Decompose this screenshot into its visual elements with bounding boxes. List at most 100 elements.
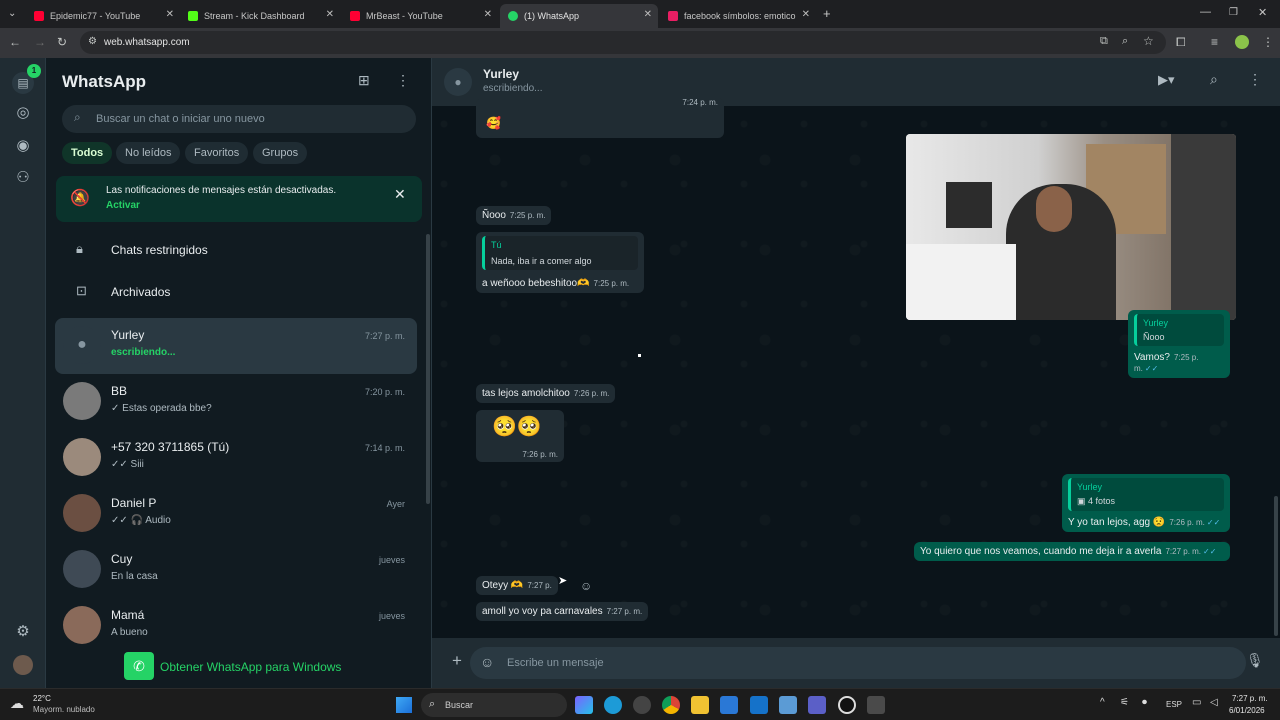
scrollbar[interactable] [426, 234, 430, 504]
clock-date[interactable]: 6/01/2026 [1229, 706, 1265, 715]
close-window-icon[interactable]: ✕ [1258, 6, 1267, 19]
search-box[interactable]: ⌕ Buscar un chat o iniciar uno nuevo [62, 105, 416, 133]
bell-off-icon: 🔕 [70, 190, 90, 207]
profile-photo[interactable] [13, 655, 33, 675]
chat-scrollbar[interactable] [1274, 496, 1278, 636]
reload-icon[interactable]: ↻ [57, 35, 67, 49]
tab-whatsapp[interactable]: (1) WhatsApp ✕ [500, 4, 658, 28]
quoted-photos[interactable]: Yurley ▣ 4 fotos [1068, 478, 1224, 511]
emoji-icon[interactable]: ☺ [480, 654, 494, 670]
chat-item-self[interactable]: +57 320 3711865 (Tú) 7:14 p. m. ✓✓ Siii [55, 430, 417, 486]
search-icon[interactable]: ⌕ [1210, 71, 1218, 88]
chat-item-bb[interactable]: BB 7:20 p. m. ✓ Estas operada bbe? [55, 374, 417, 430]
quoted-message[interactable]: Tú Nada, iba ir a comer algo [482, 236, 638, 270]
bookmark-star-icon[interactable]: ☆ [1143, 34, 1154, 48]
archive-icon: ⊡ [76, 283, 87, 298]
activate-link[interactable]: Activar [106, 200, 140, 211]
filter-all[interactable]: Todos [62, 142, 113, 164]
tab-kick[interactable]: Stream - Kick Dashboard ✕ [180, 4, 340, 28]
new-tab-icon[interactable]: + [823, 6, 831, 21]
chat-item-cuy[interactable]: Cuy jueves En la casa [55, 542, 417, 598]
close-tab-icon[interactable]: ✕ [326, 9, 334, 20]
channels-icon[interactable]: ◉ [14, 137, 32, 155]
teams-icon[interactable] [808, 696, 826, 714]
start-icon[interactable] [396, 697, 412, 713]
calculator-icon[interactable] [867, 696, 885, 714]
microphone-icon[interactable]: ⏺ [1142, 697, 1147, 708]
contact-name: Yurley [483, 67, 520, 81]
file-explorer-icon[interactable] [691, 696, 709, 714]
composer: + ☺ Escribe un mensaje 🎙︎ [432, 638, 1280, 688]
status-icon[interactable]: ◎ [14, 104, 32, 122]
weather-icon[interactable]: ☁ [10, 695, 24, 712]
chat-item-daniel[interactable]: Daniel P Ayer ✓✓ 🎧 Audio [55, 486, 417, 542]
desk [906, 244, 1016, 320]
copilot-icon[interactable] [575, 696, 593, 714]
zoom-icon[interactable]: ⌕ [1122, 35, 1128, 48]
video-call-icon[interactable]: ▶︎▾ [1158, 72, 1175, 88]
tray-chevron-icon[interactable]: ^ [1100, 697, 1105, 708]
video-thumbnail[interactable] [906, 134, 1236, 320]
chat-menu-icon[interactable]: ⋮ [1248, 71, 1262, 88]
tab-list-icon[interactable]: ⌄ [8, 8, 16, 19]
app-icon[interactable] [633, 696, 651, 714]
filter-unread[interactable]: No leídos [116, 142, 181, 164]
chat-item-mama[interactable]: Mamá jueves A bueno [55, 598, 417, 654]
clock-time[interactable]: 7:27 p. m. [1232, 694, 1268, 703]
speaker-icon[interactable]: ◁ [1210, 697, 1218, 708]
close-tab-icon[interactable]: ✕ [166, 9, 174, 20]
attach-icon[interactable]: + [452, 651, 462, 671]
minimize-icon[interactable]: — [1200, 6, 1211, 18]
edge-icon[interactable] [604, 696, 622, 714]
display-icon[interactable]: ▭ [1192, 697, 1201, 708]
archived-chats[interactable]: ⊡ Archivados [56, 276, 422, 308]
language-label[interactable]: ESP [1166, 700, 1182, 709]
read-ticks-icon: ✓✓ [1206, 518, 1221, 527]
contact-avatar[interactable]: ● [444, 68, 472, 96]
new-chat-icon[interactable]: ⊞ [358, 72, 370, 89]
filter-groups[interactable]: Grupos [253, 142, 308, 164]
outlook-icon[interactable] [750, 696, 768, 714]
tab-mrbeast[interactable]: MrBeast - YouTube ✕ [342, 4, 498, 28]
store-icon[interactable] [720, 696, 738, 714]
forward-icon[interactable]: → [34, 35, 46, 49]
communities-icon[interactable]: ⚇ [14, 169, 32, 187]
close-notice-icon[interactable]: ✕ [394, 186, 406, 203]
chrome-icon[interactable] [662, 696, 680, 714]
media-icon[interactable]: ≡ [1211, 35, 1218, 49]
microphone-icon[interactable]: 🎙︎ [1246, 652, 1264, 669]
profile-avatar[interactable] [1235, 35, 1249, 49]
lock-icon: 🔒︎ [76, 241, 83, 256]
settings-icon[interactable]: ⚙ [14, 623, 32, 641]
site-info-icon[interactable]: ⚙ [88, 36, 97, 47]
close-tab-icon[interactable]: ✕ [802, 9, 810, 20]
message-vamos: Yurley Ñooo Vamos? 7:25 p. m. ✓✓ [1128, 310, 1230, 378]
close-tab-icon[interactable]: ✕ [484, 9, 492, 20]
avatar [63, 438, 101, 476]
message-area[interactable]: 7:24 p. m. 🥰 Ñooo 7:25 p. m. Tú Nada, iba… [432, 98, 1280, 638]
chat-list-panel: WhatsApp ⊞ ⋮ ⌕ Buscar un chat o iniciar … [46, 58, 432, 688]
app-icon[interactable] [838, 696, 856, 714]
address-bar[interactable]: ⚙ web.whatsapp.com ⧉ ⌕ ☆ [80, 31, 1166, 54]
browser-menu-icon[interactable]: ⋮ [1262, 35, 1274, 49]
filter-favorites[interactable]: Favoritos [185, 142, 249, 164]
restore-icon[interactable]: ❐ [1229, 7, 1238, 18]
whatsapp-logo-icon: ✆ [124, 652, 154, 680]
taskbar-search-label: Buscar [445, 700, 474, 710]
install-app-icon[interactable]: ⧉ [1100, 35, 1108, 48]
back-icon[interactable]: ← [9, 35, 21, 49]
tab-facebook-symbols[interactable]: facebook símbolos: emoticones ✕ [660, 4, 816, 28]
taskbar-search[interactable]: ⌕ Buscar [421, 693, 567, 717]
message-input[interactable]: ☺ Escribe un mensaje [470, 647, 1246, 679]
close-tab-icon[interactable]: ✕ [644, 9, 652, 20]
tab-epidemic[interactable]: Epidemic77 - YouTube ✕ [26, 4, 180, 28]
restricted-chats[interactable]: 🔒︎ Chats restringidos [56, 234, 422, 266]
network-icon[interactable]: ⚟ [1120, 697, 1129, 708]
react-emoji-icon[interactable]: ☺ [580, 579, 592, 593]
quoted-message[interactable]: Yurley Ñooo [1134, 314, 1224, 346]
menu-icon[interactable]: ⋮ [396, 72, 410, 89]
search-icon: ⌕ [429, 698, 436, 710]
app-icon[interactable] [779, 696, 797, 714]
extensions-icon[interactable]: ⧠ [1176, 35, 1186, 50]
chat-item-yurley[interactable]: ● Yurley 7:27 p. m. escribiendo... [55, 318, 417, 374]
